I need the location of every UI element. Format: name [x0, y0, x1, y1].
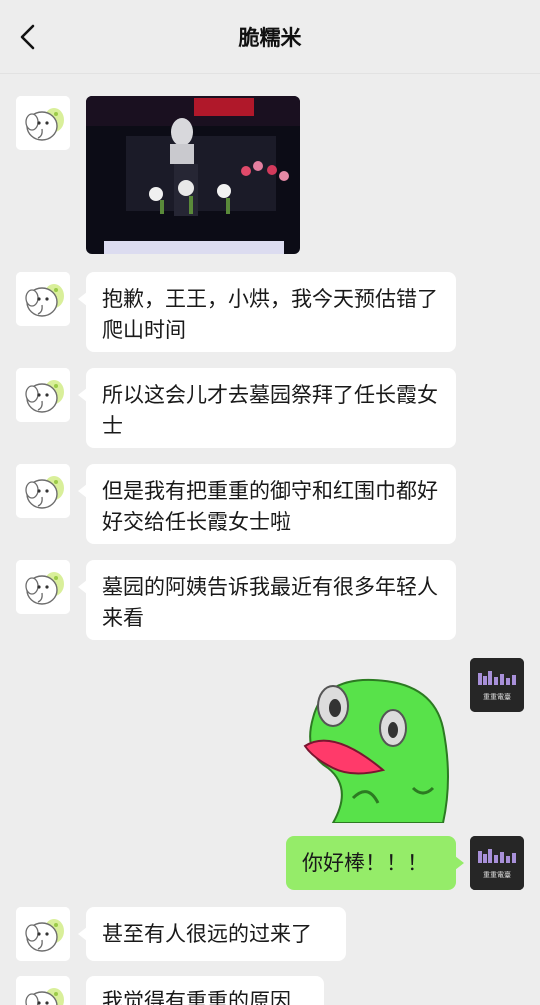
contact-avatar[interactable]	[16, 976, 70, 1005]
contact-avatar[interactable]	[16, 368, 70, 422]
message-text: 但是我有把重重的御守和红围巾都好好交给任长霞女士啦	[102, 479, 438, 534]
message-text: 墓园的阿姨告诉我最近有很多年轻人来看	[102, 575, 438, 630]
message-bubble[interactable]: 抱歉，王王，小烘，我今天预估错了爬山时间	[78, 272, 456, 352]
message-text: 你好棒！！！	[302, 851, 428, 875]
avatar-label: 重重電臺	[483, 871, 511, 879]
message-bubble[interactable]: 你好棒！！！	[286, 836, 464, 890]
message-bubble[interactable]: 墓园的阿姨告诉我最近有很多年轻人来看	[78, 560, 456, 640]
contact-avatar[interactable]	[16, 96, 70, 150]
my-avatar[interactable]: 重重電臺	[470, 658, 524, 712]
chat-title: 脆糯米	[238, 26, 302, 50]
contact-avatar[interactable]	[16, 272, 70, 326]
message-bubble[interactable]: 我觉得有重重的原因	[86, 976, 324, 1005]
message-bubble[interactable]: 但是我有把重重的御守和红围巾都好好交给任长霞女士啦	[78, 464, 456, 544]
message-bubble[interactable]: 所以这会儿才去墓园祭拜了任长霞女士	[78, 368, 456, 448]
memorial-photo[interactable]	[86, 96, 300, 254]
contact-avatar[interactable]	[16, 907, 70, 961]
contact-avatar[interactable]	[16, 464, 70, 518]
message-text: 甚至有人很远的过来了	[102, 922, 312, 946]
message-text: 所以这会儿才去墓园祭拜了任长霞女士	[102, 383, 438, 438]
my-avatar[interactable]: 重重電臺	[470, 836, 524, 890]
message-text: 我觉得有重重的原因	[102, 989, 291, 1005]
avatar-label: 重重電臺	[483, 693, 511, 701]
message-text: 抱歉，王王，小烘，我今天预估错了爬山时间	[102, 287, 438, 342]
crying-frog-sticker[interactable]	[293, 658, 458, 824]
contact-avatar[interactable]	[16, 560, 70, 614]
message-bubble[interactable]: 甚至有人很远的过来了	[78, 907, 346, 961]
chat-header: 脆糯米	[0, 0, 540, 74]
